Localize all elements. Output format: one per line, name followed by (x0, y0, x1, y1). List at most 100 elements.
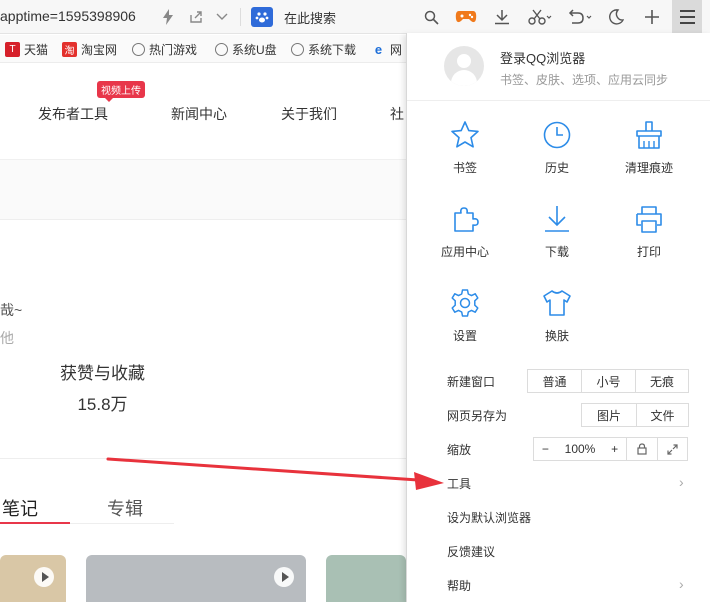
game-controller-icon[interactable] (453, 0, 479, 34)
printer-icon (636, 206, 662, 233)
new-window-small-button[interactable]: 小号 (581, 370, 635, 392)
lightning-icon[interactable] (156, 0, 180, 34)
tab-album[interactable]: 专辑 (107, 495, 143, 521)
download-icon[interactable] (490, 0, 514, 34)
bookmark-label: 系统下载 (308, 43, 357, 57)
gear-icon (451, 289, 479, 317)
profile-bio-line: 哉~ (0, 302, 23, 318)
nav-community[interactable]: 社 (390, 104, 404, 124)
search-input[interactable]: 在此搜索 (284, 8, 336, 27)
bookmark-label: 网 (390, 43, 403, 57)
browser-main-menu: 登录QQ浏览器 书签、皮肤、选项、应用云同步 书签 历史 清理痕迹 应用中心 下… (406, 33, 710, 602)
fullscreen-button[interactable] (657, 438, 687, 460)
chevron-right-icon: › (679, 576, 684, 592)
menu-clear-traces[interactable]: 清理痕迹 (609, 119, 689, 189)
zoom-label: 缩放 (447, 443, 472, 457)
zoom-in-button[interactable]: + (611, 442, 618, 456)
lock-zoom-button[interactable] (626, 438, 657, 460)
nav-about-us[interactable]: 关于我们 (281, 104, 337, 124)
globe-icon (291, 43, 304, 56)
nav-publisher-tools[interactable]: 发布者工具 (38, 104, 108, 124)
chevron-down-icon[interactable] (210, 0, 234, 34)
menu-downloads[interactable]: 下载 (517, 203, 597, 273)
save-as-image-button[interactable]: 图片 (582, 404, 636, 426)
menu-feedback[interactable]: 反馈建议 (407, 534, 710, 568)
new-window-normal-button[interactable]: 普通 (528, 370, 581, 392)
avatar[interactable] (444, 46, 484, 86)
new-window-options: 普通 小号 无痕 (527, 369, 689, 393)
play-icon (34, 567, 54, 587)
ie-icon: e (374, 42, 383, 57)
bookmark-tmall[interactable]: T 天猫 (5, 41, 48, 58)
moon-icon[interactable] (604, 0, 628, 34)
address-bar-text[interactable]: apptime=1595398906 (0, 8, 136, 24)
new-tab-plus-icon[interactable] (640, 0, 664, 34)
main-menu-button[interactable] (672, 0, 702, 33)
active-tab-indicator (0, 522, 70, 524)
site-nav: 视频上传 发布者工具 新闻中心 关于我们 社 (0, 63, 406, 160)
save-as-file-button[interactable]: 文件 (636, 404, 688, 426)
search-icon[interactable] (419, 0, 443, 34)
tab-notes[interactable]: 笔记 (2, 495, 38, 521)
new-window-label: 新建窗口 (447, 375, 496, 389)
likes-label: 获赞与收藏 (60, 364, 145, 383)
expand-icon (667, 443, 678, 455)
bookmark-hot-games[interactable]: 热门游戏 (132, 41, 197, 58)
save-as-options: 图片 文件 (581, 403, 689, 427)
download-icon (545, 206, 569, 232)
tmall-icon: T (5, 42, 20, 57)
save-as-row: 网页另存为 图片 文件 (407, 398, 710, 432)
lock-icon (637, 443, 647, 455)
taobao-icon: 淘 (62, 42, 77, 57)
login-title[interactable]: 登录QQ浏览器 (500, 48, 585, 67)
zoom-controls: − 100% + (533, 437, 688, 461)
zoom-stepper: − 100% + (534, 438, 626, 460)
nav-news-center[interactable]: 新闻中心 (171, 104, 227, 124)
bookmark-label: 淘宝网 (81, 43, 118, 57)
bookmark-label: 系统U盘 (232, 43, 277, 57)
bookmark-ie[interactable]: e 网 (371, 41, 402, 58)
star-icon (451, 121, 479, 148)
login-row[interactable]: 登录QQ浏览器 书签、皮肤、选项、应用云同步 (407, 33, 710, 101)
new-window-row: 新建窗口 普通 小号 无痕 (407, 364, 710, 398)
menu-tools[interactable]: 工具 › (407, 466, 710, 500)
menu-help[interactable]: 帮助 › (407, 568, 710, 602)
broom-icon (636, 121, 662, 149)
save-as-label: 网页另存为 (447, 409, 508, 423)
menu-skin[interactable]: 换肤 (517, 287, 597, 357)
tab-underline (70, 523, 174, 524)
menu-bookmarks[interactable]: 书签 (425, 119, 505, 189)
menu-history[interactable]: 历史 (517, 119, 597, 189)
likes-value: 15.8万 (77, 395, 128, 414)
chevron-right-icon: › (679, 474, 684, 490)
menu-app-center[interactable]: 应用中心 (425, 203, 505, 273)
baidu-paw-icon[interactable] (251, 7, 273, 27)
bookmark-label: 天猫 (24, 43, 49, 57)
browser-toolbar: apptime=1595398906 在此搜索 (0, 0, 710, 34)
section-divider (0, 458, 406, 459)
globe-icon (215, 43, 228, 56)
menu-settings[interactable]: 设置 (425, 287, 505, 357)
zoom-out-button[interactable]: − (542, 442, 549, 456)
profile-bio-line: 他 (0, 330, 14, 346)
play-icon (274, 567, 294, 587)
share-icon[interactable] (184, 0, 208, 34)
toolbar-divider (240, 8, 241, 26)
globe-icon (132, 43, 145, 56)
zoom-row: 缩放 − 100% + (407, 432, 710, 466)
undo-icon[interactable] (563, 0, 595, 34)
bookmark-system-usb[interactable]: 系统U盘 (215, 41, 277, 58)
menu-print[interactable]: 打印 (609, 203, 689, 273)
puzzle-icon (454, 207, 479, 232)
video-upload-badge: 视频上传 (97, 81, 145, 102)
note-card[interactable] (0, 555, 66, 602)
scissors-icon[interactable] (525, 0, 555, 34)
note-card[interactable] (326, 555, 406, 602)
bookmark-taobao[interactable]: 淘 淘宝网 (62, 41, 117, 58)
new-window-incognito-button[interactable]: 无痕 (635, 370, 688, 392)
login-subtitle: 书签、皮肤、选项、应用云同步 (500, 73, 669, 87)
menu-set-default-browser[interactable]: 设为默认浏览器 (407, 500, 710, 534)
bookmark-system-download[interactable]: 系统下载 (291, 41, 356, 58)
bookmark-label: 热门游戏 (149, 43, 198, 57)
note-card[interactable] (86, 555, 306, 602)
